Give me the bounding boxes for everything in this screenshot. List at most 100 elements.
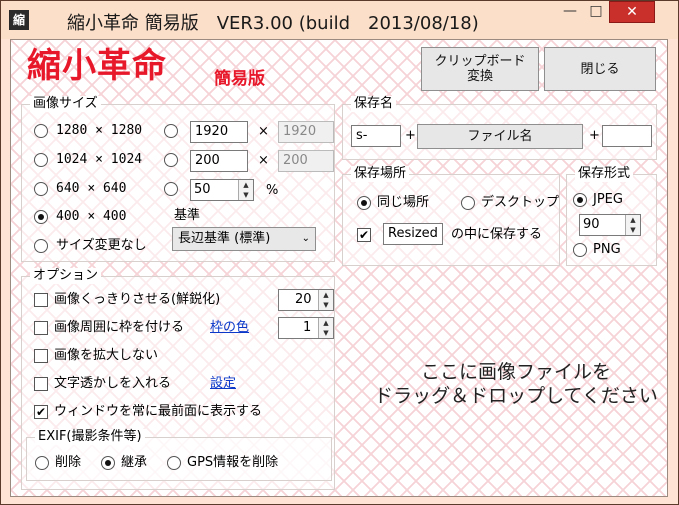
frame-color-link[interactable]: 枠の色 <box>210 320 249 336</box>
same-place-radio[interactable] <box>357 196 371 210</box>
save-location-group: 保存場所 同じ場所 デスクトップ ✔ Resized の中に保存する <box>342 166 560 266</box>
preset-400-label[interactable]: 400 × 400 <box>56 209 126 225</box>
percent-radio[interactable] <box>164 182 178 196</box>
preset-1280-label[interactable]: 1280 × 1280 <box>56 123 142 139</box>
custom2-height-input[interactable]: 200 <box>278 150 334 172</box>
logo-subtitle: 簡易版 <box>214 69 265 89</box>
save-format-group: 保存形式 JPEG 90 ▲ ▼ PNG <box>566 166 657 266</box>
spin-up-icon[interactable]: ▲ <box>319 290 333 300</box>
prefix-input[interactable]: s- <box>351 125 401 147</box>
plus-sign: + <box>405 128 416 143</box>
checkmark-icon: ✔ <box>358 228 370 242</box>
exif-delete-radio[interactable] <box>35 456 49 470</box>
same-place-label[interactable]: 同じ場所 <box>377 195 429 211</box>
save-name-label: 保存名 <box>351 96 397 112</box>
spin-down-icon[interactable]: ▼ <box>239 190 253 200</box>
exif-inherit-radio[interactable] <box>101 456 115 470</box>
drop-zone-text[interactable]: ここに画像ファイルを ドラッグ＆ドロップしてください <box>371 360 661 408</box>
frame-spinner[interactable]: 1 ▲ ▼ <box>278 317 334 339</box>
desktop-label[interactable]: デスクトップ <box>481 195 559 211</box>
frame-checkbox[interactable] <box>34 321 48 335</box>
custom1-radio[interactable] <box>164 124 178 138</box>
sharpen-label[interactable]: 画像くっきりさせる(鮮鋭化) <box>54 292 220 308</box>
preset-400-radio[interactable] <box>34 210 48 224</box>
spin-down-icon[interactable]: ▼ <box>319 328 333 338</box>
watermark-checkbox[interactable] <box>34 377 48 391</box>
frame-label[interactable]: 画像周囲に枠を付ける <box>54 320 184 336</box>
minimize-button[interactable]: — <box>557 1 583 23</box>
app-icon[interactable]: 縮 <box>9 10 29 30</box>
spin-up-icon[interactable]: ▲ <box>319 318 333 328</box>
desktop-radio[interactable] <box>461 196 475 210</box>
custom2-width-input[interactable]: 200 <box>190 150 248 172</box>
app-window: 縮 縮小革命 簡易版 VER3.00 (build 2013/08/18) — … <box>0 0 679 505</box>
percent-spinner[interactable]: 50 ▲ ▼ <box>190 179 254 201</box>
checkmark-icon: ✔ <box>35 405 47 419</box>
preset-640-radio[interactable] <box>34 182 48 196</box>
basis-label: 基準 <box>174 208 201 223</box>
plus-sign: + <box>589 128 600 143</box>
folder-checkbox[interactable]: ✔ <box>357 228 371 242</box>
custom1-times: × <box>258 124 269 139</box>
no-resize-label[interactable]: サイズ変更なし <box>56 238 147 254</box>
png-radio[interactable] <box>573 243 587 257</box>
image-size-group: 画像サイズ 1280 × 1280 1024 × 1024 640 × 640 … <box>21 96 335 262</box>
topmost-checkbox[interactable]: ✔ <box>34 405 48 419</box>
topmost-label[interactable]: ウィンドウを常に最前面に表示する <box>54 404 262 420</box>
logo-title: 縮小革命 <box>27 46 167 86</box>
png-label[interactable]: PNG <box>593 242 621 258</box>
image-size-label: 画像サイズ <box>30 96 101 112</box>
no-enlarge-label[interactable]: 画像を拡大しない <box>54 348 158 364</box>
jpeg-label[interactable]: JPEG <box>593 192 623 208</box>
maximize-button[interactable]: □ <box>583 1 609 23</box>
sharpen-checkbox[interactable] <box>34 293 48 307</box>
save-location-label: 保存場所 <box>351 166 410 182</box>
clipboard-convert-button[interactable]: クリップボード 変換 <box>421 47 539 91</box>
jpeg-radio[interactable] <box>573 193 587 207</box>
custom1-width-input[interactable]: 1920 <box>190 121 248 143</box>
frame-spin-arrows[interactable]: ▲ ▼ <box>318 318 333 338</box>
folder-name-input[interactable]: Resized <box>383 223 443 245</box>
percent-unit: % <box>266 183 279 198</box>
spin-up-icon[interactable]: ▲ <box>239 180 253 190</box>
exif-gps-delete-label[interactable]: GPS情報を削除 <box>187 455 278 471</box>
percent-value: 50 <box>194 182 211 197</box>
options-label: オプション <box>30 268 102 284</box>
custom1-height-input[interactable]: 1920 <box>278 121 334 143</box>
title-bar[interactable]: 縮 縮小革命 簡易版 VER3.00 (build 2013/08/18) — … <box>1 1 678 39</box>
watermark-settings-link[interactable]: 設定 <box>210 376 236 392</box>
spin-down-icon[interactable]: ▼ <box>319 300 333 310</box>
preset-1024-radio[interactable] <box>34 153 48 167</box>
folder-suffix-label: の中に保存する <box>451 227 543 242</box>
spin-up-icon[interactable]: ▲ <box>626 215 640 225</box>
basis-select[interactable]: 長辺基準 (標準) ⌄ <box>172 227 316 251</box>
percent-spin-arrows[interactable]: ▲ ▼ <box>238 180 253 200</box>
window-title: 縮小革命 簡易版 VER3.00 (build 2013/08/18) <box>67 13 479 34</box>
custom2-radio[interactable] <box>164 153 178 167</box>
close-button[interactable]: 閉じる <box>544 47 656 91</box>
sharpen-spinner[interactable]: 20 ▲ ▼ <box>278 289 334 311</box>
close-window-button[interactable]: ✕ <box>609 1 655 23</box>
sharpen-spin-arrows[interactable]: ▲ ▼ <box>318 290 333 310</box>
options-group: オプション 画像くっきりさせる(鮮鋭化) 20 ▲ ▼ 画像周囲に枠を付ける 枠の… <box>21 268 335 490</box>
sharpen-value: 20 <box>295 292 312 307</box>
frame-value: 1 <box>303 320 312 335</box>
filename-button[interactable]: ファイル名 <box>417 124 583 149</box>
watermark-label[interactable]: 文字透かしを入れる <box>54 376 171 392</box>
exif-group: EXIF(撮影条件等) 削除 継承 GPS情報を削除 <box>26 429 332 481</box>
custom2-times: × <box>258 153 269 168</box>
no-enlarge-checkbox[interactable] <box>34 349 48 363</box>
exif-inherit-label[interactable]: 継承 <box>121 455 147 471</box>
jpeg-quality-spinner[interactable]: 90 ▲ ▼ <box>579 214 641 236</box>
quality-spin-arrows[interactable]: ▲ ▼ <box>625 215 640 235</box>
save-format-label: 保存形式 <box>575 166 634 182</box>
exif-gps-delete-radio[interactable] <box>167 456 181 470</box>
preset-640-label[interactable]: 640 × 640 <box>56 181 126 197</box>
preset-1024-label[interactable]: 1024 × 1024 <box>56 152 142 168</box>
no-resize-radio[interactable] <box>34 239 48 253</box>
jpeg-quality-value: 90 <box>583 217 600 232</box>
spin-down-icon[interactable]: ▼ <box>626 225 640 235</box>
preset-1280-radio[interactable] <box>34 124 48 138</box>
suffix-input[interactable] <box>602 125 652 147</box>
exif-delete-label[interactable]: 削除 <box>55 455 81 471</box>
